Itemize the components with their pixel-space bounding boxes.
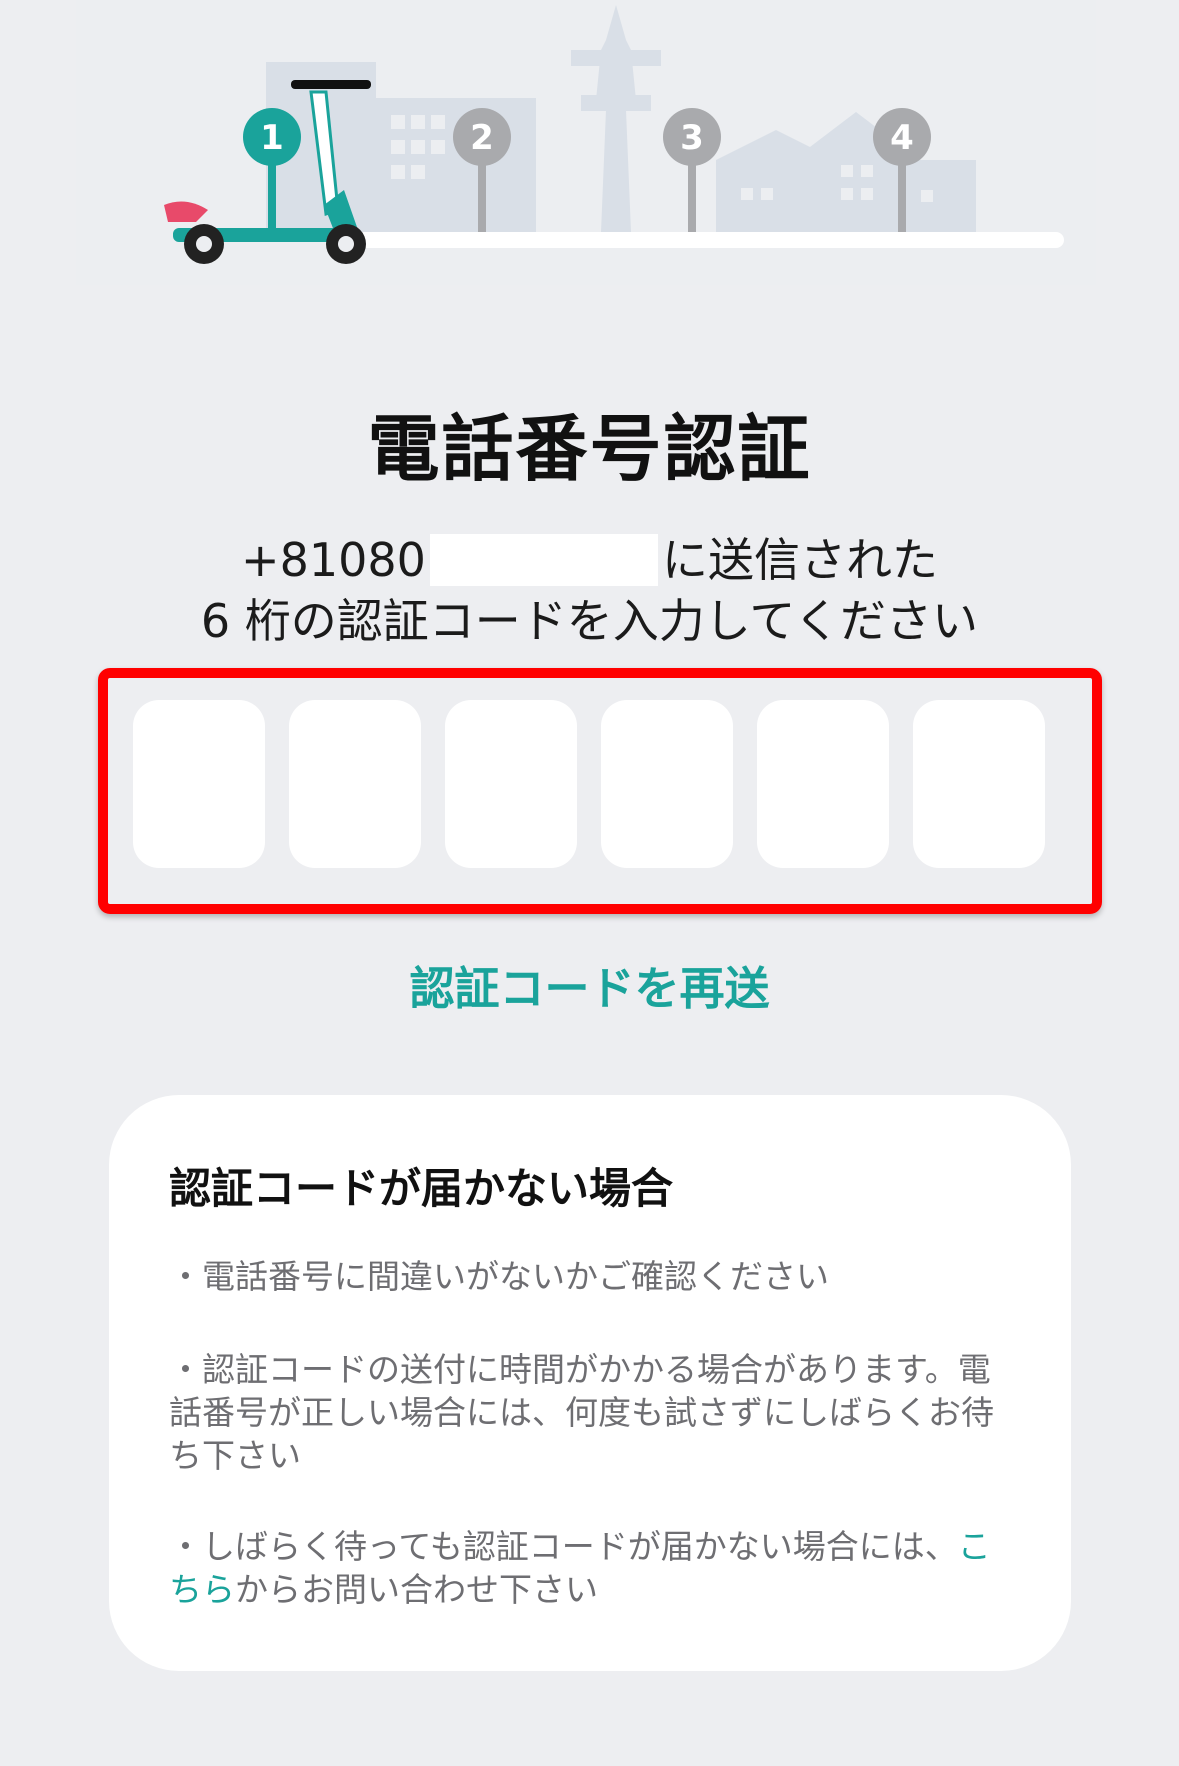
step-4-number: 4 (890, 118, 914, 158)
phone-number-prefix: +81080 (241, 533, 426, 587)
otp-digit-1[interactable] (133, 700, 265, 868)
otp-digit-5[interactable] (757, 700, 889, 868)
otp-input-group (133, 700, 1047, 868)
redacted-phone-digits (429, 534, 658, 586)
city-skyline-illustration: 1 2 3 4 (164, 5, 1064, 264)
help-item-1: ・電話番号に間違いがないかご確認ください (169, 1257, 829, 1296)
progress-illustration: 1 2 3 4 (76, 0, 1096, 285)
help-card-title: 認証コードが届かない場合 (169, 1164, 674, 1213)
step-3-marker: 3 (663, 108, 721, 232)
otp-digit-3[interactable] (445, 700, 577, 868)
help-item-3-text-end: からお問い合わせ下さい (235, 1570, 598, 1609)
step-2-number: 2 (470, 118, 494, 158)
help-item-3-text: ・しばらく待っても認証コードが届かない場合には、 (169, 1527, 958, 1566)
resend-code-button[interactable]: 認証コードを再送 (0, 952, 1179, 1017)
otp-digit-4[interactable] (601, 700, 733, 868)
otp-digit-6[interactable] (913, 700, 1045, 868)
help-item-2: ・認証コードの送付に時間がかかる場合があります。電話番号が正しい場合には、何度も… (169, 1350, 994, 1475)
sent-to-suffix: に送信された (661, 533, 938, 587)
otp-digit-2[interactable] (289, 700, 421, 868)
page-title: 電話番号認証 (367, 407, 812, 491)
phone-line: +81080 に送信された (0, 530, 1179, 591)
instruction-text: +81080 に送信された 6 桁の認証コードを入力してください (0, 530, 1179, 652)
step-1-number: 1 (260, 118, 284, 158)
step-3-number: 3 (680, 118, 704, 158)
code-instruction: 6 桁の認証コードを入力してください (200, 594, 979, 648)
help-card: 認証コードが届かない場合 ・電話番号に間違いがないかご確認ください ・認証コード… (109, 1095, 1071, 1671)
help-item-3: ・しばらく待っても認証コードが届かない場合には、こちらからお問い合わせ下さい (169, 1525, 1019, 1611)
